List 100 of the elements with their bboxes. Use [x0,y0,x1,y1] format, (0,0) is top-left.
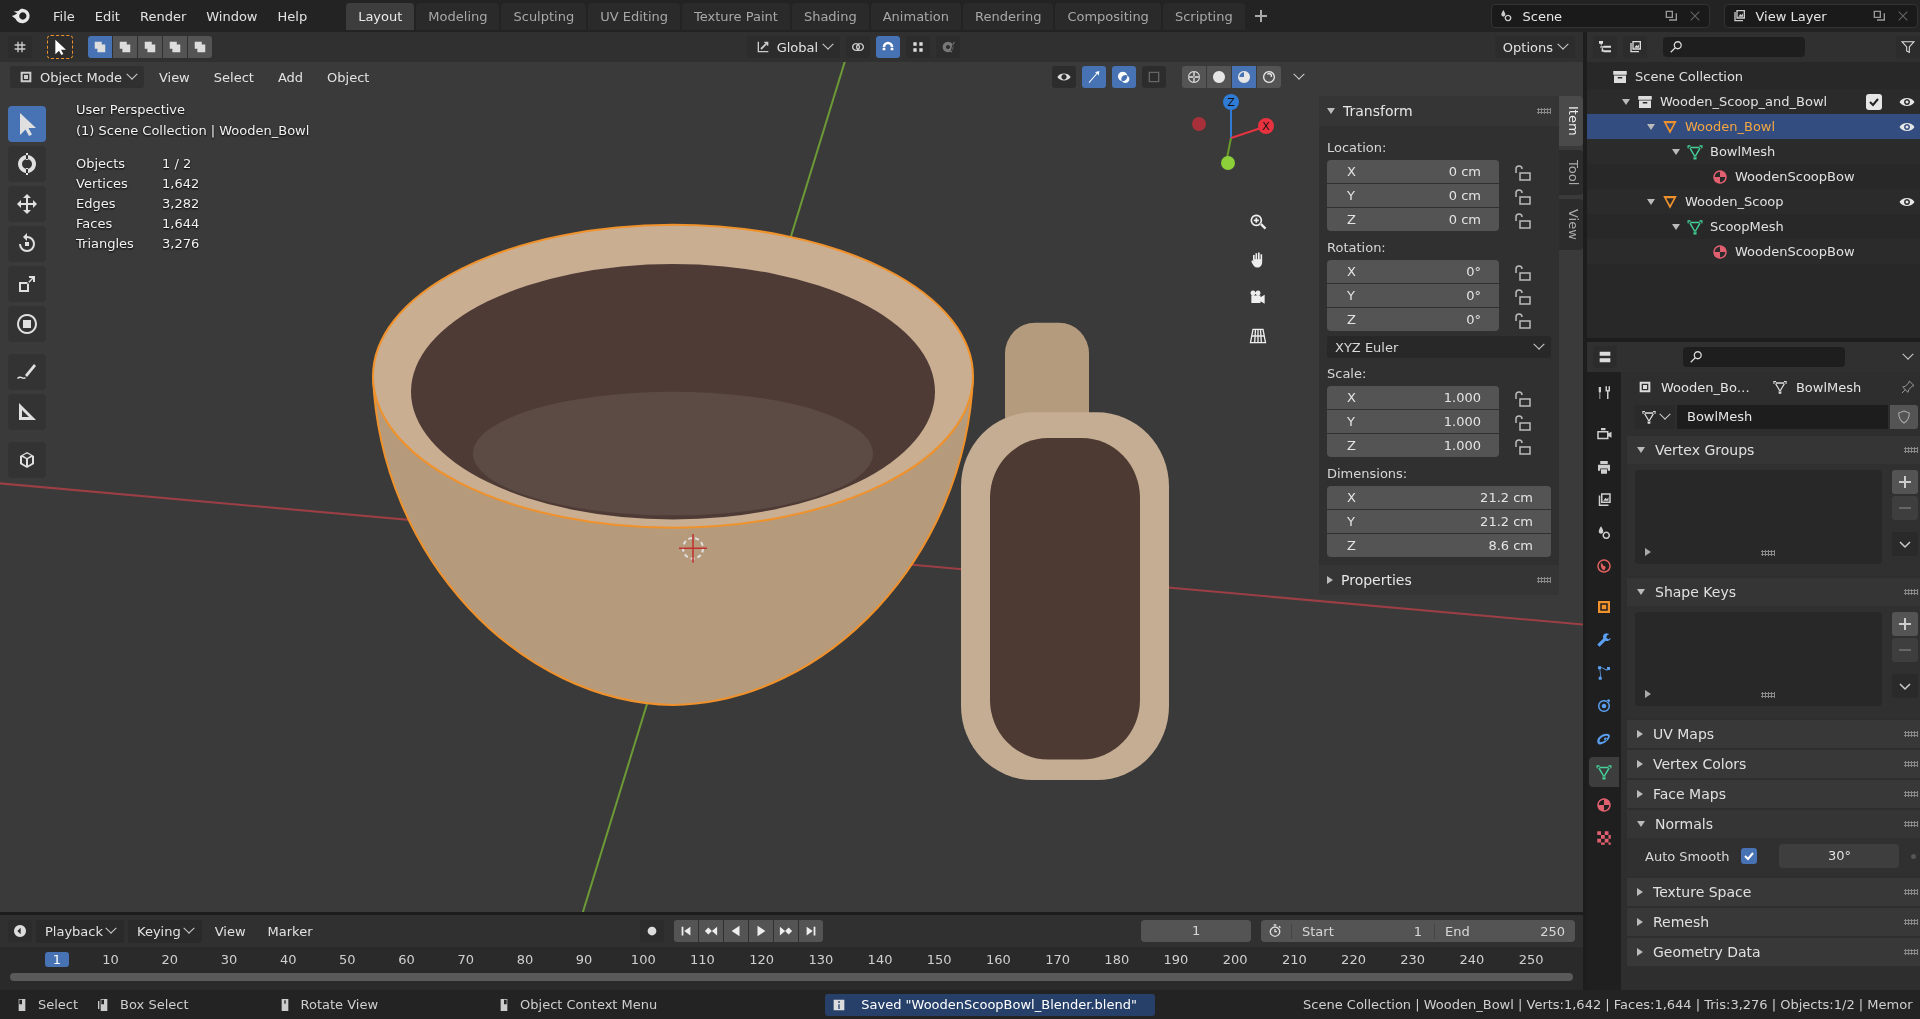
number-field[interactable]: Z 0° [1327,308,1499,331]
copy-icon[interactable] [1871,8,1888,24]
filter-button[interactable] [1896,36,1920,58]
shading-mode-button[interactable] [1257,66,1281,88]
tool-button[interactable] [8,306,46,342]
panel-header[interactable]: Vertex Groups [1627,436,1920,464]
gizmo-axis-ball[interactable] [1258,118,1274,134]
padlock-icon[interactable] [1513,312,1533,332]
mesh-name-field[interactable]: BowlMesh [1677,405,1889,429]
expand-arrow-icon[interactable] [1645,548,1651,556]
timeline-menu[interactable]: View [205,919,255,943]
drag-handle-icon[interactable] [1904,821,1919,827]
drag-handle-icon[interactable] [1904,919,1919,925]
disclosure-triangle-icon[interactable] [1672,148,1680,155]
keyframe-dot-icon[interactable] [1911,853,1917,859]
drag-handle-icon[interactable] [1904,447,1919,453]
mesh-browse-button[interactable] [1635,405,1675,429]
tool-button[interactable] [8,266,46,302]
padlock-icon[interactable] [1513,264,1533,284]
snap-target-button[interactable] [906,36,931,58]
record-button[interactable] [639,920,664,942]
scrollbar[interactable] [10,973,1573,981]
viewport-menu-item[interactable]: View [149,65,199,89]
drag-handle-icon[interactable] [1537,577,1551,583]
outliner-row[interactable]: WoodenScoopBow [1587,164,1920,189]
play-reverse-button[interactable] [723,920,748,942]
number-field[interactable]: X 21.2 cm [1327,486,1551,509]
disclosure-triangle-icon[interactable] [1622,98,1630,105]
viewport-menu-item[interactable]: Add [268,65,313,89]
number-field[interactable]: X 0° [1327,260,1499,283]
checkbox[interactable] [1866,93,1883,110]
shading-mode-button[interactable] [1232,66,1256,88]
menu-item[interactable]: Help [268,4,317,28]
editor-type-button[interactable] [8,36,32,58]
menu-item[interactable]: Render [130,4,196,28]
padlock-icon[interactable] [1513,414,1533,434]
number-field[interactable]: Y 0° [1327,284,1499,307]
jump-end-button[interactable] [798,920,823,942]
number-field[interactable]: Y 0 cm [1327,184,1499,207]
selection-mode-button[interactable] [163,36,187,58]
sidebar-tab[interactable]: Item [1559,96,1583,146]
number-field[interactable]: Y 21.2 cm [1327,510,1551,533]
tool-button[interactable] [8,226,46,262]
select-tool-button[interactable] [48,36,72,58]
search-field[interactable] [1683,347,1845,367]
selection-mode-button[interactable] [138,36,162,58]
orientation-dropdown[interactable]: Global [746,36,841,58]
scene-selector[interactable]: Scene [1491,4,1711,28]
number-field[interactable]: X 0 cm [1327,160,1499,183]
overlay-toggle-button[interactable] [1112,66,1136,88]
proportional-edit-button[interactable] [936,36,961,58]
workspace-tab[interactable]: Compositing [1055,2,1161,30]
workspace-tab[interactable]: Modeling [416,2,500,30]
expand-arrow-icon[interactable] [1645,690,1651,698]
snap-toggle-button[interactable] [876,36,901,58]
padlock-icon[interactable] [1513,390,1533,410]
drag-handle-icon[interactable] [1904,949,1919,955]
padlock-icon[interactable] [1513,288,1533,308]
disclosure-triangle-icon[interactable] [1647,123,1655,130]
resize-handle-icon[interactable] [1761,550,1775,556]
pivot-button[interactable] [846,36,871,58]
disclosure-triangle-icon[interactable] [1647,198,1655,205]
workspace-tab[interactable]: Layout [346,2,415,30]
drag-handle-icon[interactable] [1904,791,1919,797]
specials-menu-button[interactable] [1892,674,1919,698]
resize-handle-icon[interactable] [1761,692,1775,698]
outliner-row[interactable]: Wooden_Bowl [1587,114,1920,139]
outliner-row[interactable]: ScoopMesh [1587,214,1920,239]
tool-button[interactable] [8,394,46,430]
workspace-tab[interactable]: Rendering [963,2,1054,30]
sidebar-tab[interactable]: View [1559,198,1583,250]
number-field[interactable]: Y 1.000 [1327,410,1499,433]
tool-button[interactable] [8,442,46,478]
menu-item[interactable]: Window [197,4,267,28]
menu-item[interactable]: Edit [85,4,129,28]
editor-type-button[interactable] [8,920,32,942]
search-field[interactable] [1663,37,1805,57]
tool-button[interactable] [8,146,46,182]
editor-type-button[interactable] [1593,346,1617,368]
panel-header[interactable]: Normals [1627,810,1920,838]
jump-start-button[interactable] [673,920,698,942]
panel-header[interactable]: Properties [1319,565,1559,595]
selection-mode-button[interactable] [113,36,137,58]
outliner-row[interactable]: Scene Collection [1587,64,1920,89]
disclosure-triangle-icon[interactable] [1672,223,1680,230]
gizmo-toggle-button[interactable] [1082,66,1106,88]
menu-item[interactable]: File [44,4,84,28]
viewport-menu-item[interactable]: Object [318,65,379,89]
drag-handle-icon[interactable] [1537,108,1551,114]
shading-mode-button[interactable] [1182,66,1206,88]
panel-header[interactable]: Transform [1319,96,1559,126]
timeline-menu[interactable]: Marker [258,919,322,943]
workspace-tab[interactable]: Sculpting [501,2,587,30]
drag-handle-icon[interactable] [1904,589,1919,595]
options-dropdown[interactable]: Options [1494,36,1575,58]
next-keyframe-button[interactable] [773,920,798,942]
visibility-button[interactable] [1052,66,1076,88]
shading-mode-button[interactable] [1207,66,1231,88]
padlock-icon[interactable] [1513,164,1533,184]
pin-icon[interactable] [1900,379,1917,395]
